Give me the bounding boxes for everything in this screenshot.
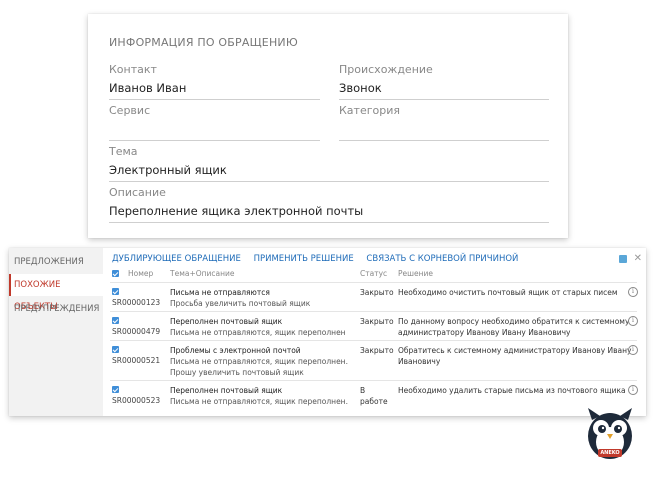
row-subject: Переполнен почтовый ящик Письма не отпра… bbox=[170, 386, 348, 406]
row-subject-title: Проблемы с электронной почтой bbox=[170, 346, 301, 355]
row-subject-desc: Письма не отправляются, ящик переполнен. bbox=[170, 397, 348, 406]
row-status-line1: Закрыто bbox=[360, 317, 394, 326]
row-subject: Письма не отправляются Просьба увеличить… bbox=[170, 288, 310, 308]
row-solution: Необходимо удалить старые письма из почт… bbox=[398, 386, 626, 395]
row-checkbox[interactable] bbox=[112, 288, 119, 295]
row-solution: Необходимо очистить почтовый ящик от ста… bbox=[398, 288, 618, 297]
duplicate-case-link[interactable]: ДУБЛИРУЮЩЕЕ ОБРАЩЕНИЕ bbox=[112, 254, 241, 264]
contact-field[interactable]: Контакт Иванов Иван bbox=[109, 63, 320, 100]
table-header: Номер Тема+Описание Статус Решение bbox=[110, 268, 637, 282]
row-solution: Обратитесь к системному администратору И… bbox=[398, 346, 632, 366]
row-subject-title: Переполнен почтовый ящик bbox=[170, 386, 283, 395]
close-icon[interactable]: ✕ bbox=[634, 253, 642, 264]
row-number[interactable]: SR00000123 bbox=[112, 298, 160, 307]
topic-label: Тема bbox=[109, 145, 138, 158]
category-field[interactable]: Категория bbox=[339, 104, 549, 141]
case-info-title: ИНФОРМАЦИЯ ПО ОБРАЩЕНИЮ bbox=[109, 36, 298, 49]
row-status: Закрыто bbox=[360, 288, 394, 297]
row-subject-desc-2: Прошу увеличить почтовый ящик bbox=[170, 368, 304, 377]
row-solution-line1: По данному вопросу необходимо обратится … bbox=[398, 317, 630, 326]
panel-controls: ✕ bbox=[618, 253, 642, 264]
row-solution-line1: Необходимо удалить старые письма из почт… bbox=[398, 386, 626, 395]
info-icon[interactable]: i bbox=[628, 316, 638, 326]
row-number[interactable]: SR00000521 bbox=[112, 356, 160, 365]
header-solution[interactable]: Решение bbox=[398, 269, 433, 278]
row-subject-desc: Просьба увеличить почтовый ящик bbox=[170, 299, 311, 308]
row-subject: Проблемы с электронной почтой Письма не … bbox=[170, 346, 348, 377]
origin-value[interactable]: Звонок bbox=[339, 81, 549, 96]
header-number[interactable]: Номер bbox=[128, 269, 153, 278]
description-underline bbox=[109, 222, 549, 223]
apply-solution-link[interactable]: ПРИМЕНИТЬ РЕШЕНИЕ bbox=[254, 254, 354, 264]
expand-icon[interactable] bbox=[618, 254, 627, 263]
row-subject-title: Письма не отправляются bbox=[170, 288, 270, 297]
row-solution-line2: Ивановичу bbox=[398, 357, 441, 366]
description-field[interactable]: Описание Переполнение ящика электронной … bbox=[109, 186, 549, 223]
header-subject[interactable]: Тема+Описание bbox=[170, 269, 235, 278]
service-value[interactable] bbox=[109, 122, 320, 137]
row-solution-line2: администратору Иванову Ивану Ивановичу bbox=[398, 328, 571, 337]
info-icon[interactable]: i bbox=[628, 345, 638, 355]
table-row[interactable]: SR00000523 Переполнен почтовый ящик Пись… bbox=[110, 380, 638, 411]
origin-field[interactable]: Происхождение Звонок bbox=[339, 63, 549, 100]
topic-value[interactable]: Электронный ящик bbox=[109, 163, 549, 178]
sidebar-item-similar-objects[interactable]: ПОХОЖИЕ ОБЪЕКТЫ bbox=[9, 274, 103, 312]
row-status: Закрыто bbox=[360, 317, 394, 326]
category-underline bbox=[339, 140, 549, 141]
row-checkbox[interactable] bbox=[112, 386, 119, 393]
row-status-line2: работе bbox=[360, 397, 388, 406]
service-field[interactable]: Сервис bbox=[109, 104, 320, 141]
row-solution: По данному вопросу необходимо обратится … bbox=[398, 317, 629, 337]
logo-text: ANEKO bbox=[600, 450, 620, 456]
origin-label: Происхождение bbox=[339, 63, 433, 76]
row-subject: Переполнен почтовый ящик Письма не отпра… bbox=[170, 317, 346, 337]
table-row[interactable]: SR00000479 Переполнен почтовый ящик Пись… bbox=[110, 311, 638, 340]
action-bar: ДУБЛИРУЮЩЕЕ ОБРАЩЕНИЕ ПРИМЕНИТЬ РЕШЕНИЕ … bbox=[112, 254, 528, 264]
link-root-cause-link[interactable]: СВЯЗАТЬ С КОРНЕВОЙ ПРИЧИНОЙ bbox=[366, 254, 518, 264]
row-solution-line1: Обратитесь к системному администратору И… bbox=[398, 346, 632, 355]
service-underline bbox=[109, 140, 320, 141]
table-row[interactable]: SR00000521 Проблемы с электронной почтой… bbox=[110, 340, 638, 380]
topic-field[interactable]: Тема Электронный ящик bbox=[109, 145, 549, 182]
similar-objects-panel: ПРЕДЛОЖЕНИЯ ПОХОЖИЕ ОБЪЕКТЫ ПРЕДУПРЕЖДЕН… bbox=[9, 248, 646, 416]
sidebar-item-suggestions[interactable]: ПРЕДЛОЖЕНИЯ bbox=[9, 251, 103, 273]
topic-underline bbox=[109, 181, 549, 182]
panel-sidebar: ПРЕДЛОЖЕНИЯ ПОХОЖИЕ ОБЪЕКТЫ ПРЕДУПРЕЖДЕН… bbox=[9, 248, 103, 416]
contact-value[interactable]: Иванов Иван bbox=[109, 81, 320, 96]
row-number[interactable]: SR00000479 bbox=[112, 327, 160, 336]
row-status-line1: Закрыто bbox=[360, 288, 394, 297]
row-subject-desc: Письма не отправляются, ящик переполнен. bbox=[170, 357, 348, 366]
table-row[interactable]: SR00000123 Письма не отправляются Просьб… bbox=[110, 282, 638, 311]
owl-logo: ANEKO bbox=[582, 406, 638, 462]
category-label: Категория bbox=[339, 104, 400, 117]
row-subject-desc: Письма не отправляются, ящик переполнен bbox=[170, 328, 346, 337]
description-label: Описание bbox=[109, 186, 166, 199]
select-all-checkbox[interactable] bbox=[112, 270, 119, 277]
origin-underline bbox=[339, 99, 549, 100]
category-value[interactable] bbox=[339, 122, 549, 137]
row-number[interactable]: SR00000523 bbox=[112, 396, 160, 405]
row-solution-line1: Необходимо очистить почтовый ящик от ста… bbox=[398, 288, 618, 297]
row-status-line1: Закрыто bbox=[360, 346, 394, 355]
row-status: В работе bbox=[360, 386, 388, 406]
info-icon[interactable]: i bbox=[628, 287, 638, 297]
description-value[interactable]: Переполнение ящика электронной почты bbox=[109, 204, 549, 219]
row-status: Закрыто bbox=[360, 346, 394, 355]
row-subject-title: Переполнен почтовый ящик bbox=[170, 317, 283, 326]
similar-objects-table: Номер Тема+Описание Статус Решение SR000… bbox=[110, 268, 638, 411]
contact-underline bbox=[109, 99, 320, 100]
row-checkbox[interactable] bbox=[112, 346, 119, 353]
case-info-card: ИНФОРМАЦИЯ ПО ОБРАЩЕНИЮ Контакт Иванов И… bbox=[88, 14, 568, 238]
contact-label: Контакт bbox=[109, 63, 157, 76]
row-checkbox[interactable] bbox=[112, 317, 119, 324]
header-status[interactable]: Статус bbox=[360, 269, 387, 278]
service-label: Сервис bbox=[109, 104, 151, 117]
row-status-line1: В bbox=[360, 386, 366, 395]
info-icon[interactable]: i bbox=[628, 385, 638, 395]
sidebar-item-warnings[interactable]: ПРЕДУПРЕЖДЕНИЯ bbox=[9, 298, 103, 320]
